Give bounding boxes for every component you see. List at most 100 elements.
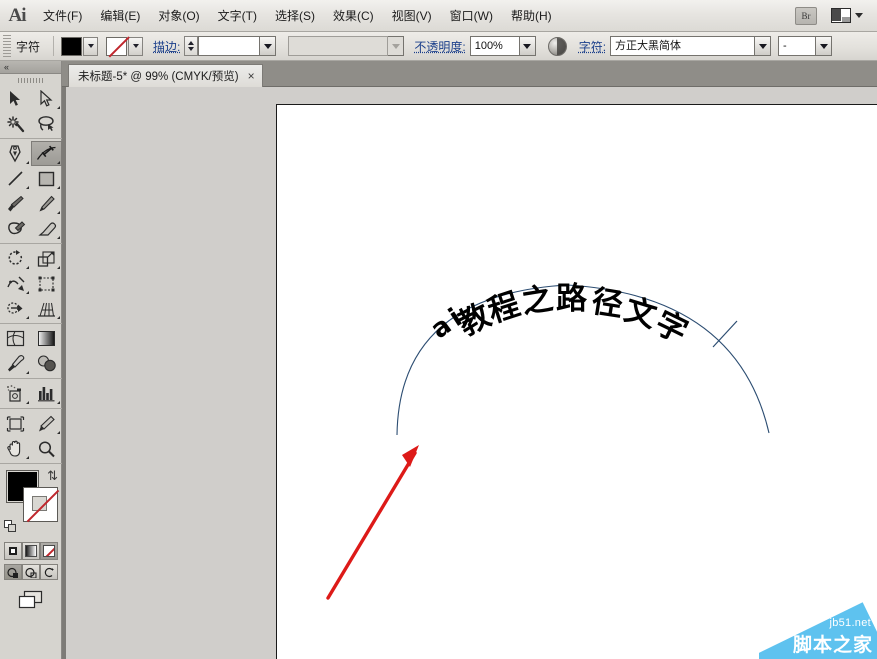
- stroke-swatch[interactable]: [106, 37, 127, 56]
- tool-blob-brush[interactable]: [0, 216, 31, 241]
- stroke-dropdown-button[interactable]: [128, 37, 143, 56]
- font-family-group[interactable]: 方正大黑简体: [610, 36, 771, 56]
- draw-inside-mode[interactable]: [40, 564, 58, 580]
- draw-normal-mode[interactable]: [4, 564, 22, 580]
- tool-width[interactable]: [0, 271, 31, 296]
- divider: [0, 408, 62, 409]
- menu-view[interactable]: 视图(V): [383, 0, 441, 32]
- tool-column-graph[interactable]: [31, 381, 62, 406]
- tool-mesh[interactable]: [0, 326, 31, 351]
- stroke-color-group[interactable]: [106, 37, 143, 56]
- menu-type[interactable]: 文字(T): [209, 0, 266, 32]
- tool-scale[interactable]: [31, 246, 62, 271]
- control-bar: 字符 描边: 不透明度: 100% 字符: 方正大黑简体 -: [0, 32, 877, 61]
- chevron-down-icon: [820, 44, 828, 49]
- swap-fill-stroke-icon[interactable]: ⇅: [47, 469, 58, 482]
- tool-zoom[interactable]: [31, 436, 62, 461]
- app-logo: Ai: [0, 0, 34, 32]
- fill-color-group[interactable]: [61, 37, 98, 56]
- character-panel-label[interactable]: 字符:: [579, 38, 606, 55]
- arrange-documents-icon: [831, 8, 851, 23]
- menu-window[interactable]: 窗口(W): [441, 0, 502, 32]
- tool-shape-builder[interactable]: [0, 296, 31, 321]
- tool-line-segment[interactable]: [0, 166, 31, 191]
- flyout-indicator-icon: [26, 456, 29, 459]
- tool-eyedropper[interactable]: [0, 351, 31, 376]
- opacity-label[interactable]: 不透明度:: [414, 38, 465, 55]
- default-fill-stroke-icon[interactable]: [4, 520, 17, 533]
- tool-paintbrush[interactable]: [0, 191, 31, 216]
- chevron-down-icon: [133, 44, 139, 48]
- font-style-dropdown-button[interactable]: [816, 36, 832, 56]
- tool-lasso[interactable]: [31, 111, 62, 136]
- menu-object[interactable]: 对象(O): [149, 0, 208, 32]
- collapse-panel-icon[interactable]: «: [4, 62, 8, 73]
- artboard[interactable]: a i 教 程 之 路 径 文 字 jb51.net 脚本之家: [276, 104, 877, 659]
- font-family-input[interactable]: 方正大黑简体: [610, 36, 755, 56]
- menu-bar: Ai 文件(F) 编辑(E) 对象(O) 文字(T) 选择(S) 效果(C) 视…: [0, 0, 877, 32]
- flyout-indicator-icon: [57, 266, 60, 269]
- chevron-down-icon: [264, 44, 272, 49]
- watermark: jb51.net 脚本之家: [759, 597, 877, 659]
- stroke-weight-label[interactable]: 描边:: [153, 38, 180, 55]
- fill-dropdown-button[interactable]: [83, 37, 98, 56]
- document-tab[interactable]: 未标题-5* @ 99% (CMYK/预览) ×: [68, 64, 263, 87]
- close-icon[interactable]: ×: [248, 70, 255, 82]
- stroke-weight-dropdown-button[interactable]: [260, 36, 276, 56]
- flyout-indicator-icon: [57, 186, 60, 189]
- canvas-workspace[interactable]: a i 教 程 之 路 径 文 字 jb51.net 脚本之家: [62, 87, 877, 659]
- flyout-indicator-icon: [26, 161, 29, 164]
- menu-edit[interactable]: 编辑(E): [91, 0, 149, 32]
- color-mode-gradient[interactable]: [22, 542, 40, 560]
- tool-blend[interactable]: [31, 351, 62, 376]
- tool-direct-selection[interactable]: [31, 86, 62, 111]
- flyout-indicator-icon: [57, 401, 60, 404]
- tool-pen[interactable]: [0, 141, 31, 166]
- tool-gradient[interactable]: [31, 326, 62, 351]
- font-style-input[interactable]: -: [778, 36, 816, 56]
- tool-slice[interactable]: [31, 411, 62, 436]
- screen-mode-button[interactable]: [0, 580, 62, 610]
- tool-perspective-grid[interactable]: [31, 296, 62, 321]
- stroke-weight-stepper[interactable]: [184, 36, 198, 56]
- stroke-color-swatch[interactable]: [24, 488, 57, 521]
- menu-help[interactable]: 帮助(H): [502, 0, 561, 32]
- stroke-weight-group[interactable]: [184, 36, 276, 56]
- fill-stroke-controls: ⇅: [0, 467, 62, 539]
- color-mode-none[interactable]: [40, 542, 58, 560]
- menu-file[interactable]: 文件(F): [34, 0, 91, 32]
- menu-effect[interactable]: 效果(C): [324, 0, 383, 32]
- tool-rectangle[interactable]: [31, 166, 62, 191]
- tool-type[interactable]: [31, 141, 62, 166]
- arrange-documents-button[interactable]: [831, 8, 863, 23]
- tool-eraser[interactable]: [31, 216, 62, 241]
- control-bar-grip[interactable]: [3, 35, 11, 57]
- tool-hand[interactable]: [0, 436, 31, 461]
- draw-behind-mode[interactable]: [22, 564, 40, 580]
- tool-pencil[interactable]: [31, 191, 62, 216]
- menu-select[interactable]: 选择(S): [266, 0, 324, 32]
- font-style-group[interactable]: -: [778, 36, 832, 56]
- tool-artboard[interactable]: [0, 411, 31, 436]
- tool-free-transform[interactable]: [31, 271, 62, 296]
- tool-magic-wand[interactable]: [0, 111, 31, 136]
- tools-panel-header[interactable]: «: [0, 61, 61, 74]
- fill-swatch[interactable]: [61, 37, 82, 56]
- opacity-dropdown-button[interactable]: [520, 36, 536, 56]
- tool-rotate[interactable]: [0, 246, 31, 271]
- panel-divider: [62, 87, 66, 659]
- document-tab-label: 未标题-5* @ 99% (CMYK/预览): [78, 68, 239, 84]
- color-mode-solid[interactable]: [4, 542, 22, 560]
- opacity-mask-icon[interactable]: [548, 37, 567, 56]
- opacity-group[interactable]: 100%: [470, 36, 536, 56]
- brush-definition-dropdown-button: [388, 36, 404, 56]
- go-to-bridge-button[interactable]: Br: [795, 7, 817, 25]
- opacity-input[interactable]: 100%: [470, 36, 520, 56]
- stroke-weight-input[interactable]: [198, 36, 260, 56]
- tools-panel-grip[interactable]: [0, 74, 61, 86]
- watermark-site-name: 脚本之家: [793, 636, 873, 655]
- tool-symbol-sprayer[interactable]: [0, 381, 31, 406]
- font-family-dropdown-button[interactable]: [755, 36, 771, 56]
- tool-selection[interactable]: [0, 86, 31, 111]
- flyout-indicator-icon: [26, 291, 29, 294]
